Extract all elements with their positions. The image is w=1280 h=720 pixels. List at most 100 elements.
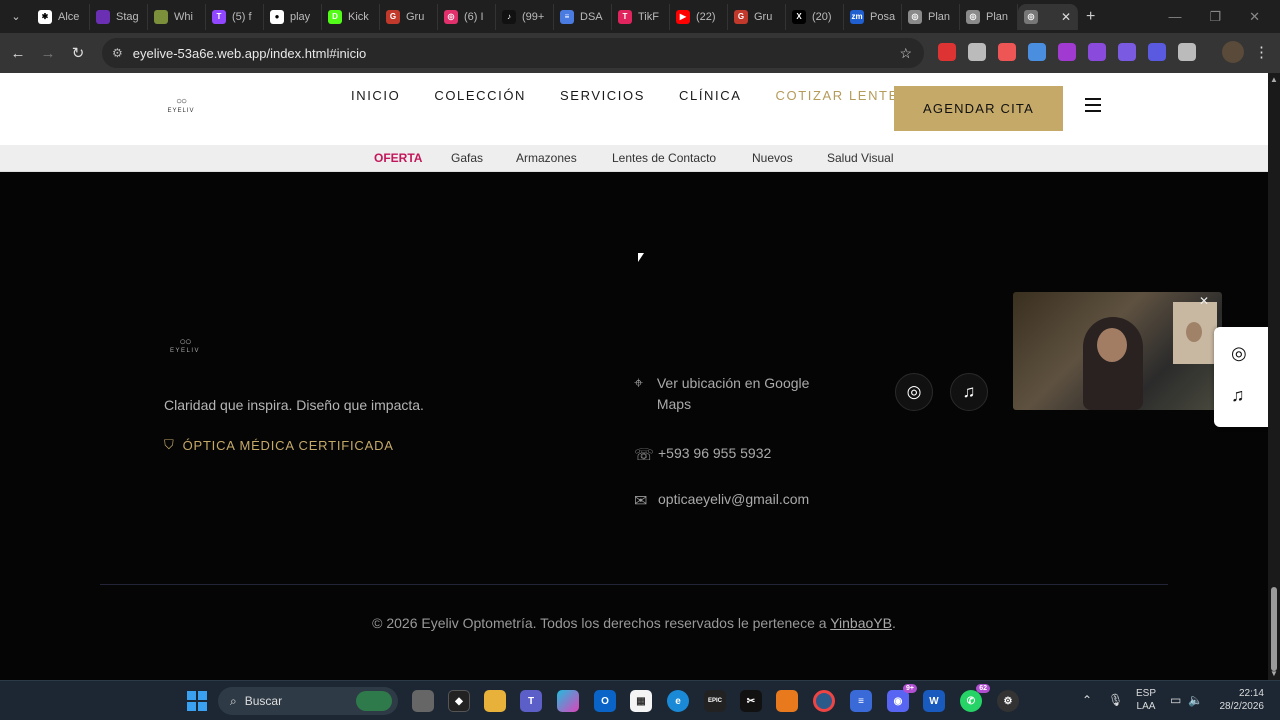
volume-icon[interactable]: 🔈 bbox=[1188, 693, 1203, 707]
fl-studio-icon[interactable] bbox=[776, 690, 798, 712]
browser-tab[interactable]: ✱ Alce bbox=[32, 3, 90, 30]
nav-clinica[interactable]: CLÍNICA bbox=[679, 88, 742, 103]
webcam-overlay[interactable]: ✕ bbox=[1013, 292, 1222, 410]
chrome-icon[interactable] bbox=[813, 690, 835, 712]
nav-cotizar-lentes[interactable]: COTIZAR LENTES bbox=[776, 88, 910, 103]
author-link[interactable]: YinbaoYB bbox=[830, 615, 892, 631]
tab-active[interactable]: ◎ ✕ bbox=[1018, 3, 1078, 30]
browser-tab[interactable]: G Gru bbox=[380, 3, 438, 30]
extension-icon[interactable] bbox=[1088, 43, 1106, 61]
browser-tab[interactable]: ♪ (99+ bbox=[496, 3, 554, 30]
subnav-nuevos[interactable]: Nuevos bbox=[752, 151, 793, 165]
copilot-icon[interactable] bbox=[557, 690, 579, 712]
taskbar-search[interactable]: ⌕ Buscar bbox=[218, 687, 398, 715]
network-icon[interactable]: ▭ bbox=[1170, 693, 1181, 707]
bookmark-star-icon[interactable]: ☆ bbox=[899, 45, 912, 62]
minimize-icon[interactable]: — bbox=[1168, 9, 1181, 25]
maximize-icon[interactable]: ❐ bbox=[1209, 9, 1221, 25]
agendar-cita-button[interactable]: AGENDAR CITA bbox=[894, 86, 1063, 131]
address-bar[interactable]: ⚙ eyelive-53a6e.web.app/index.html#inici… bbox=[102, 38, 924, 68]
extension-icon[interactable] bbox=[1028, 43, 1046, 61]
site-info-icon[interactable]: ⚙ bbox=[112, 46, 123, 60]
new-tab-icon[interactable]: + bbox=[1086, 8, 1095, 26]
roblox-icon[interactable]: ◆ bbox=[448, 690, 470, 712]
phone-icon: ☏ bbox=[634, 447, 655, 464]
discord-icon[interactable]: ◉ 9+ bbox=[887, 684, 917, 712]
browser-tab[interactable]: ≡ DSA bbox=[554, 3, 612, 30]
extension-icon[interactable] bbox=[1178, 43, 1196, 61]
browser-tab[interactable]: ◎ Plan bbox=[960, 3, 1018, 30]
close-icon[interactable]: ✕ bbox=[1199, 294, 1209, 308]
language-indicator[interactable]: ESP LAA bbox=[1136, 687, 1156, 713]
forward-icon[interactable]: → bbox=[33, 45, 63, 62]
tiktok-icon[interactable]: ♫ bbox=[950, 373, 988, 411]
whatsapp-icon[interactable]: ✆ 62 bbox=[960, 684, 990, 712]
browser-menu-icon[interactable]: ⋮ bbox=[1254, 43, 1269, 61]
close-tab-icon[interactable]: ✕ bbox=[1061, 10, 1071, 24]
system-clock[interactable]: 22:14 28/2/2026 bbox=[1212, 687, 1265, 713]
extension-icon[interactable] bbox=[1058, 43, 1076, 61]
app-icon[interactable]: ≡ bbox=[850, 690, 872, 712]
email-contact[interactable]: ✉ opticaeyeliv@gmail.com bbox=[634, 491, 809, 511]
task-view-icon[interactable] bbox=[412, 690, 434, 712]
browser-tab[interactable]: ▶ (22) bbox=[670, 3, 728, 30]
epic-games-icon[interactable]: EPIC bbox=[704, 690, 726, 712]
footer-tagline: Claridad que inspira. Diseño que impacta… bbox=[164, 397, 424, 413]
browser-tab[interactable]: G Gru bbox=[728, 3, 786, 30]
extension-icon[interactable] bbox=[968, 43, 986, 61]
webcam-pip-face bbox=[1186, 322, 1202, 342]
microphone-icon[interactable]: 🎙 bbox=[1108, 693, 1123, 707]
extension-icon[interactable] bbox=[1118, 43, 1136, 61]
browser-tab[interactable]: X (20) bbox=[786, 3, 844, 30]
subnav-armazones[interactable]: Armazones bbox=[516, 151, 577, 165]
phone-contact[interactable]: ☏ +593 96 955 5932 bbox=[634, 445, 771, 465]
browser-tab[interactable]: Stag bbox=[90, 3, 148, 30]
browser-tab[interactable]: ● play bbox=[264, 3, 322, 30]
nav-coleccion[interactable]: COLECCIÓN bbox=[434, 88, 526, 103]
nav-servicios[interactable]: SERVICIOS bbox=[560, 88, 645, 103]
category-subnav: OFERTA Gafas Armazones Lentes de Contact… bbox=[0, 145, 1268, 172]
browser-tab[interactable]: ◎ (6) I bbox=[438, 3, 496, 30]
tiktok-icon[interactable]: ♫ bbox=[1231, 385, 1245, 406]
browser-tab[interactable]: zm Posa bbox=[844, 3, 902, 30]
scrollbar-thumb[interactable] bbox=[1271, 587, 1277, 671]
scroll-up-icon[interactable]: ▲ bbox=[1270, 75, 1278, 84]
footer-logo[interactable]: ○○ EYELIV bbox=[163, 337, 207, 355]
header-logo[interactable]: ○○ EYELIV bbox=[160, 97, 202, 119]
instagram-icon[interactable]: ◎ bbox=[1231, 343, 1247, 364]
extension-icon[interactable] bbox=[1148, 43, 1166, 61]
browser-tab[interactable]: D Kick bbox=[322, 3, 380, 30]
subnav-lentes-contacto[interactable]: Lentes de Contacto bbox=[612, 151, 716, 165]
subnav-oferta[interactable]: OFERTA bbox=[374, 151, 422, 165]
tray-chevron-icon[interactable]: ⌃ bbox=[1082, 693, 1092, 707]
steam-icon[interactable]: ⚙ bbox=[997, 690, 1019, 712]
browser-tab[interactable]: T (5) f bbox=[206, 3, 264, 30]
browser-tab[interactable]: T TikF bbox=[612, 3, 670, 30]
back-icon[interactable]: ← bbox=[3, 45, 33, 62]
map-link[interactable]: ⌖ Ver ubicación en Google Maps bbox=[634, 373, 834, 415]
outlook-icon[interactable]: O bbox=[594, 690, 616, 712]
page-scrollbar[interactable]: ▲ ▼ bbox=[1268, 73, 1280, 680]
browser-tab[interactable]: Whi bbox=[148, 3, 206, 30]
word-icon[interactable]: W bbox=[923, 690, 945, 712]
extension-icon[interactable] bbox=[938, 43, 956, 61]
file-explorer-icon[interactable] bbox=[484, 690, 506, 712]
capcut-icon[interactable]: ✂ bbox=[740, 690, 762, 712]
edge-icon[interactable]: e bbox=[667, 690, 689, 712]
web-page: ○○ EYELIV INICIO COLECCIÓN SERVICIOS CLÍ… bbox=[0, 73, 1268, 680]
reload-icon[interactable]: ↻ bbox=[63, 44, 93, 62]
teams-icon[interactable]: T bbox=[520, 690, 542, 712]
close-window-icon[interactable]: ✕ bbox=[1249, 9, 1260, 25]
tab-search-chevron-icon[interactable]: ⌄ bbox=[0, 0, 32, 33]
windows-start-icon[interactable] bbox=[187, 691, 207, 711]
subnav-gafas[interactable]: Gafas bbox=[451, 151, 483, 165]
store-icon[interactable]: ▦ bbox=[630, 690, 652, 712]
scroll-down-icon[interactable]: ▼ bbox=[1270, 669, 1278, 678]
browser-tab[interactable]: ◎ Plan bbox=[902, 3, 960, 30]
profile-avatar[interactable] bbox=[1222, 41, 1244, 63]
extension-icon[interactable] bbox=[998, 43, 1016, 61]
nav-inicio[interactable]: INICIO bbox=[351, 88, 400, 103]
hamburger-menu-icon[interactable] bbox=[1085, 98, 1101, 112]
subnav-salud-visual[interactable]: Salud Visual bbox=[827, 151, 894, 165]
instagram-icon[interactable]: ◎ bbox=[895, 373, 933, 411]
